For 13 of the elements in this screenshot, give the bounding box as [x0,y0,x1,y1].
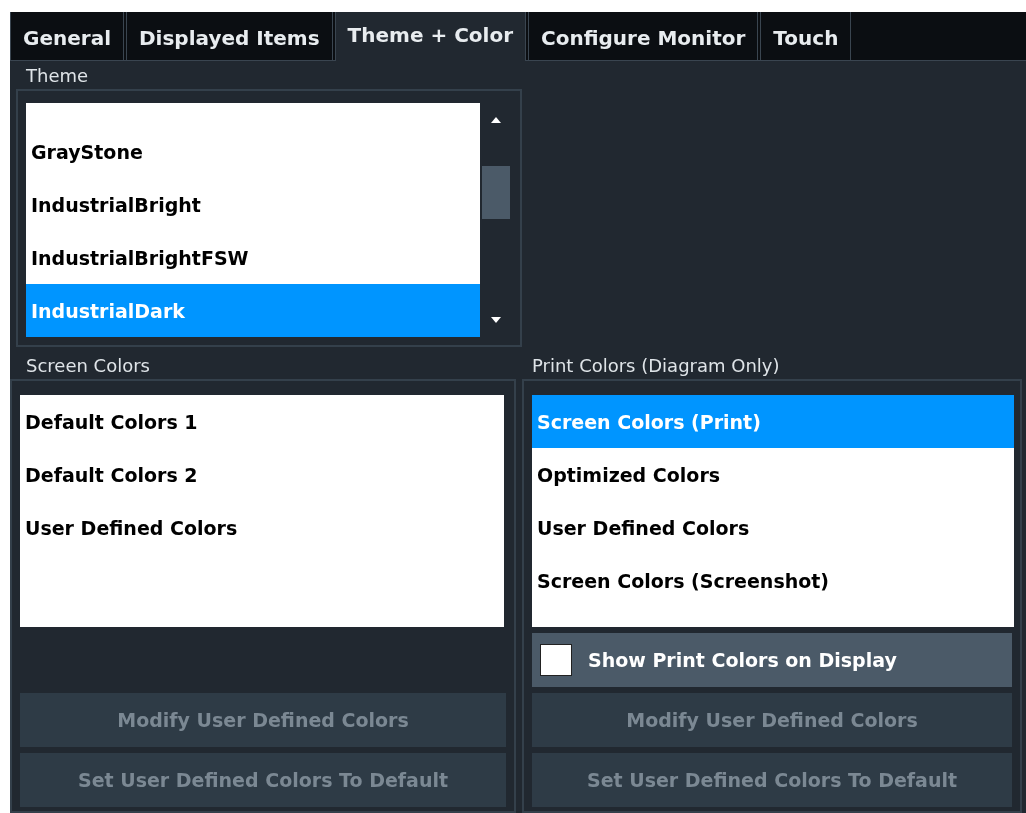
tab[interactable]: Displayed Items [126,12,333,60]
group-label: Print Colors (Diagram Only) [531,353,781,378]
scroll-down-icon[interactable] [491,317,501,323]
tab[interactable]: Configure Monitor [528,12,759,60]
scroll-up-icon[interactable] [491,117,501,123]
tab[interactable]: Touch [760,12,852,60]
tab[interactable]: Theme + Color [334,12,527,61]
group-label: Screen Colors [25,353,151,378]
tab[interactable]: General [10,12,124,60]
checkbox-row[interactable]: Show Print Colors on Display [532,633,1012,687]
group-label: Theme [25,63,90,88]
checkbox-label: Show Print Colors on Display [588,649,897,671]
checkbox[interactable] [540,644,572,676]
